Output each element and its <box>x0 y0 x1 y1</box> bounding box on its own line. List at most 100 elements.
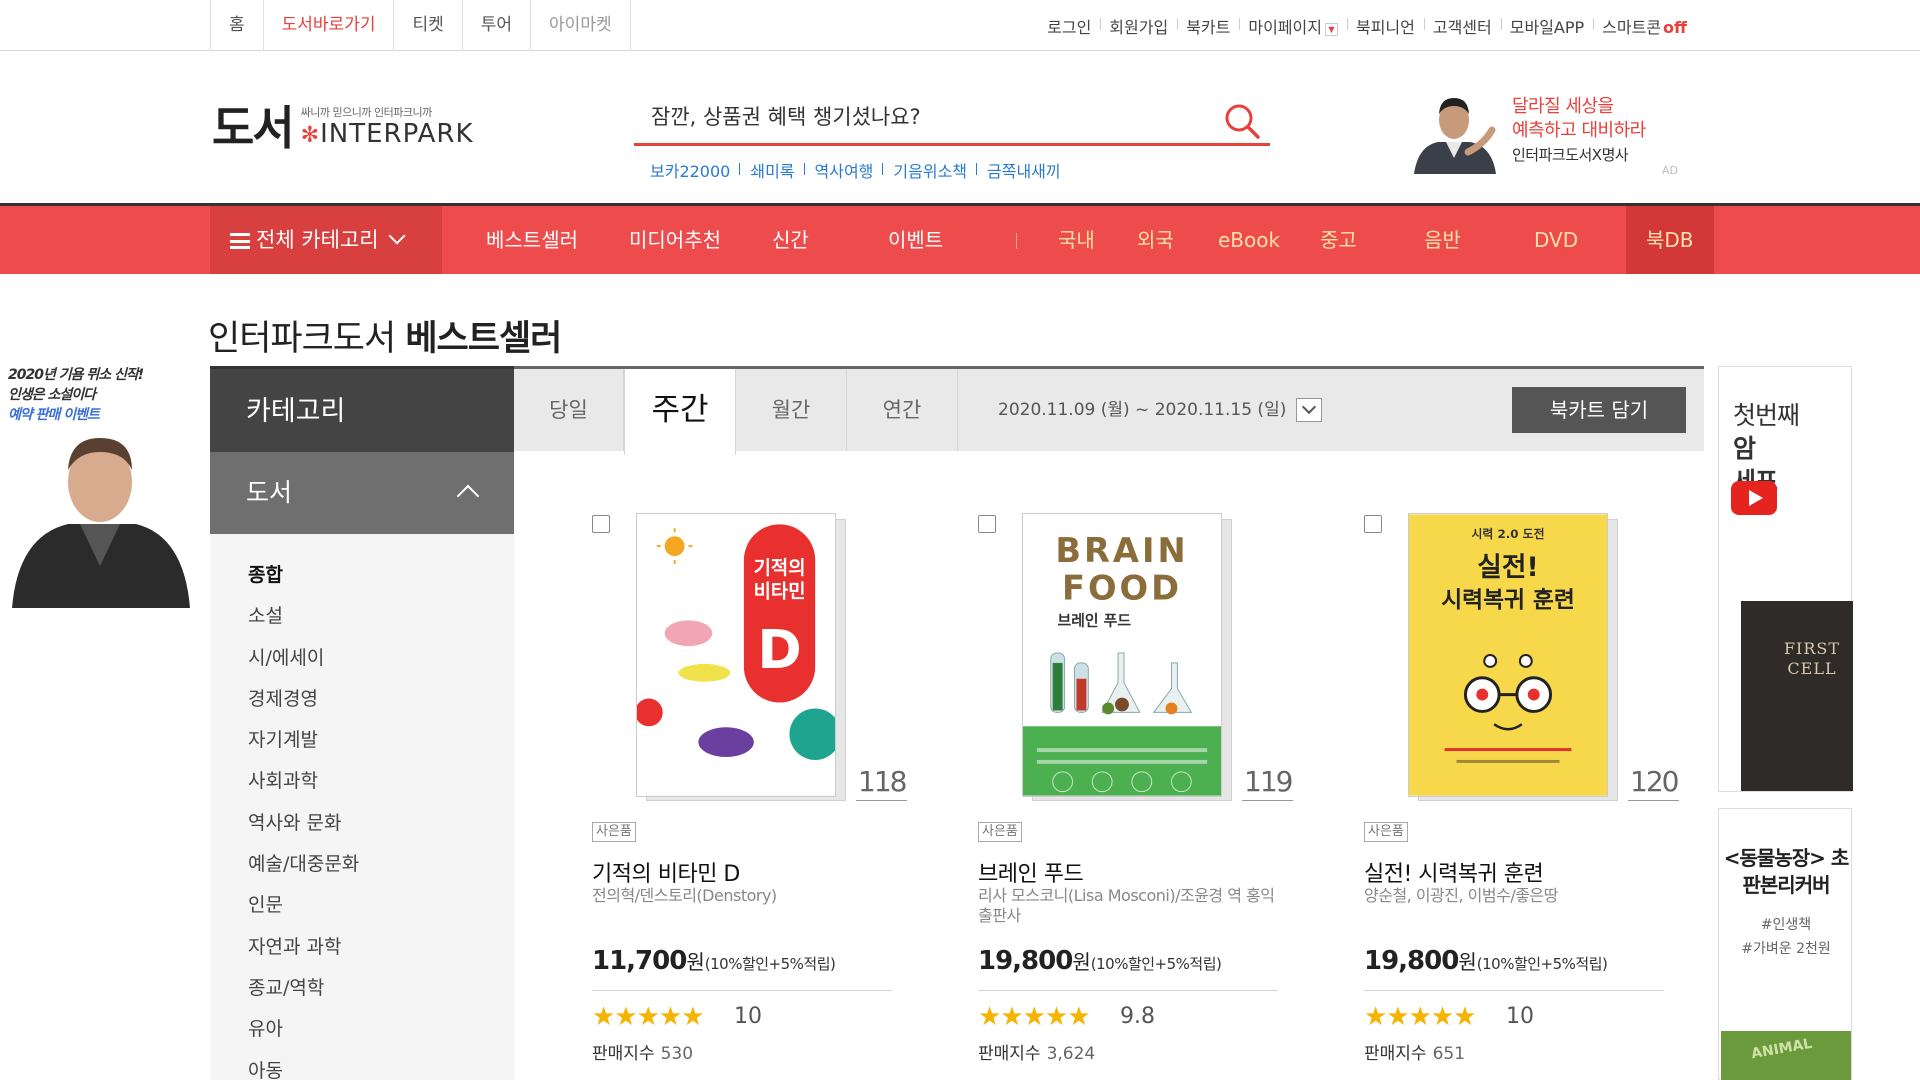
util-nav: 로그인 회원가입 북카트 마이페이지 ▼ 북피니언 고객센터 모바일APP 스마트… <box>1038 0 1696 51</box>
category-item[interactable]: 소설 <box>210 596 514 637</box>
nav-media-recommend[interactable]: 미디어추천 <box>629 206 721 274</box>
smartcon-link[interactable]: 스마트콘 off <box>1593 14 1696 38</box>
keyword-link[interactable]: 보카22000 <box>650 158 741 182</box>
page-title-main: 베스트셀러 <box>405 319 562 359</box>
book-cover-image: BRAIN FOOD 브레인 푸드 <box>1022 513 1222 797</box>
category-item[interactable]: 종합 <box>210 555 514 596</box>
date-dropdown-chevron-icon[interactable] <box>1296 398 1323 422</box>
add-to-bookcart-button[interactable]: 북카트 담기 <box>1512 387 1686 433</box>
tab-weekly[interactable]: 주간 <box>624 369 736 455</box>
ad-tag: AD <box>1662 164 1678 177</box>
bookcart-link[interactable]: 북카트 <box>1177 14 1239 38</box>
book-price: 19,800원(10%할인+5%적립) <box>978 946 1222 976</box>
banner-line-1: 2020년 기욤 뮈소 신작! <box>8 367 144 383</box>
nav-divider <box>1016 233 1017 249</box>
nav-dvd[interactable]: DVD <box>1534 206 1578 274</box>
logo-brand-name: ✻INTERPARK <box>301 120 474 150</box>
keyword-link[interactable]: 쇄미록 <box>750 158 805 182</box>
sidebar-section-books[interactable]: 도서 <box>210 452 514 534</box>
category-item[interactable]: 인문 <box>210 885 514 926</box>
tab-yearly[interactable]: 연간 <box>847 369 958 451</box>
book-select-checkbox[interactable] <box>1364 515 1382 533</box>
price-discount: (10%할인+5%적립) <box>1090 955 1222 973</box>
category-item[interactable]: 예술/대중문화 <box>210 844 514 885</box>
nav-events[interactable]: 이벤트 <box>888 206 943 274</box>
category-item[interactable]: 종교/역학 <box>210 968 514 1009</box>
bookpinion-link[interactable]: 북피니언 <box>1346 14 1424 38</box>
right-ad-banner-2[interactable]: <동물농장> 초판본리커버 #인생책 #가벼운 2천원 ANIMAL <box>1718 808 1852 1080</box>
nav-used[interactable]: 중고 <box>1320 206 1357 274</box>
chevron-down-icon[interactable]: ▼ <box>1324 22 1338 36</box>
gift-badge: 사은품 <box>592 822 636 842</box>
book-author[interactable]: 리사 모스코니(Lisa Mosconi)/조윤경 역 홍익출판사 <box>978 886 1278 926</box>
signup-link[interactable]: 회원가입 <box>1100 14 1177 38</box>
category-item[interactable]: 자연과 과학 <box>210 927 514 968</box>
category-item[interactable]: 자기계발 <box>210 720 514 761</box>
nav-domestic[interactable]: 국내 <box>1058 206 1095 274</box>
nav-new-books[interactable]: 신간 <box>772 206 809 274</box>
mypage-link[interactable]: 마이페이지 ▼ <box>1239 14 1347 38</box>
book-select-checkbox[interactable] <box>592 515 610 533</box>
ad1-book-cover: FIRST CELL <box>1741 601 1853 791</box>
category-item[interactable]: 유아 <box>210 1009 514 1050</box>
book-title[interactable]: 브레인 푸드 <box>978 856 1084 888</box>
keyword-link[interactable]: 금쪽내새끼 <box>987 158 1071 182</box>
divider <box>1364 990 1664 991</box>
category-item[interactable]: 시/에세이 <box>210 638 514 679</box>
customer-center-link[interactable]: 고객센터 <box>1423 14 1501 38</box>
nav-bookdb[interactable]: 북DB <box>1626 206 1714 274</box>
all-category-button[interactable]: 전체 카테고리 <box>210 206 442 274</box>
book-select-checkbox[interactable] <box>978 515 996 533</box>
service-tab-ticket[interactable]: 티켓 <box>394 0 463 51</box>
nav-music[interactable]: 음반 <box>1424 206 1461 274</box>
service-tab-imarket[interactable]: 아이마켓 <box>531 0 631 51</box>
logo-brand-text: INTERPARK <box>320 119 474 149</box>
category-item[interactable]: 역사와 문화 <box>210 803 514 844</box>
service-tab-home[interactable]: 홈 <box>211 0 264 51</box>
search-icon[interactable] <box>1222 101 1262 141</box>
ad2-tag: #가벼운 2천원 <box>1741 941 1831 957</box>
nav-foreign[interactable]: 외국 <box>1137 206 1174 274</box>
login-link[interactable]: 로그인 <box>1038 14 1100 38</box>
service-tab-books[interactable]: 도서바로가기 <box>264 0 395 51</box>
service-tab-tour[interactable]: 투어 <box>463 0 532 51</box>
sidebar-heading: 카테고리 <box>210 366 514 452</box>
youtube-play-icon[interactable] <box>1731 481 1777 515</box>
book-cover-image: 기적의 비타민 D <box>636 513 836 797</box>
book-author[interactable]: 전의혁/덴스토리(Denstory) <box>592 886 892 906</box>
mobile-app-link[interactable]: 모바일APP <box>1500 14 1593 38</box>
date-range: 2020.11.09 (월) ~ 2020.11.15 (일) <box>998 369 1323 451</box>
logo-slogan: 싸니까 믿으니까 인터파크니까 <box>300 106 433 119</box>
header-ad-banner[interactable]: 달라질 세상을 예측하고 대비하라 인터파크도서X명사 AD <box>1408 86 1688 182</box>
search-input[interactable] <box>634 97 1194 137</box>
keyword-link[interactable]: 기음위소책 <box>893 158 977 182</box>
smartcon-state: off <box>1663 17 1687 37</box>
nav-ebook[interactable]: eBook <box>1218 206 1280 274</box>
site-logo[interactable]: 도서 싸니까 믿으니까 인터파크니까 ✻INTERPARK <box>212 102 474 154</box>
tab-daily[interactable]: 당일 <box>514 369 624 451</box>
book-cover-image: 시력 2.0 도전 실전! 시력복귀 훈련 <box>1408 513 1608 797</box>
author-photo <box>12 438 190 608</box>
price-discount: (10%할인+5%적립) <box>1476 955 1608 973</box>
top-utility-bar: 홈 도서바로가기 티켓 투어 아이마켓 로그인 회원가입 북카트 마이페이지 ▼ … <box>0 0 1920 51</box>
keyword-link[interactable]: 역사여행 <box>815 158 884 182</box>
date-range-text: 2020.11.09 (월) ~ 2020.11.15 (일) <box>998 400 1287 420</box>
book-author[interactable]: 양순철, 이광진, 이범수/좋은땅 <box>1364 886 1664 906</box>
book-title[interactable]: 실전! 시력복귀 훈련 <box>1364 856 1544 888</box>
category-item[interactable]: 아동 <box>210 1051 514 1080</box>
cover-subtitle: 브레인 푸드 <box>1058 611 1132 629</box>
right-ad-banner-1[interactable]: 첫번째 암 세포 FIRST CELL <box>1718 366 1853 792</box>
tab-monthly[interactable]: 월간 <box>736 369 847 451</box>
price-amount: 11,700 <box>592 946 687 976</box>
rank-number: 119 <box>1242 765 1293 801</box>
chevron-up-icon <box>456 484 480 508</box>
category-item[interactable]: 경제경영 <box>210 679 514 720</box>
left-event-banner[interactable]: 2020년 기욤 뮈소 신작! 인생은 소설이다 예약 판매 이벤트 <box>8 364 190 608</box>
nav-bestseller[interactable]: 베스트셀러 <box>486 206 578 274</box>
category-item[interactable]: 사회과학 <box>210 761 514 802</box>
price-unit: 원 <box>686 950 705 974</box>
book-cover[interactable]: 시력 2.0 도전 실전! 시력복귀 훈련 <box>1408 513 1628 803</box>
book-cover[interactable]: BRAIN FOOD 브레인 푸드 <box>1022 513 1242 803</box>
book-cover[interactable]: 기적의 비타민 D <box>636 513 856 803</box>
book-title[interactable]: 기적의 비타민 D <box>592 856 740 888</box>
